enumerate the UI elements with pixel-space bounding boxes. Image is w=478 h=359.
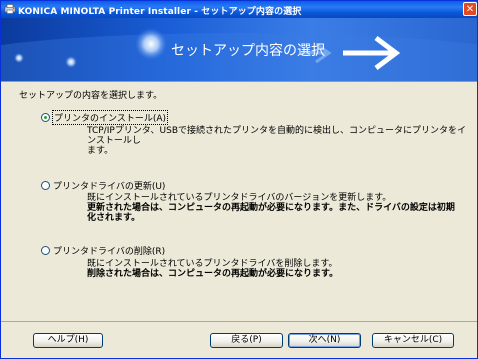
installer-window: KONICA MINOLTA Printer Installer - セットアッ… — [0, 0, 478, 359]
description-line-bold: 化されます。 — [87, 213, 141, 223]
footer-divider — [1, 321, 477, 322]
title-bar[interactable]: KONICA MINOLTA Printer Installer - セットアッ… — [1, 1, 477, 18]
radio-update-driver[interactable]: プリンタドライバの更新(U) — [41, 179, 165, 192]
radio-button[interactable] — [41, 181, 50, 190]
close-icon: ✕ — [465, 4, 475, 15]
description-line: 既にインストールされているプリンタドライバを削除します。 — [87, 259, 338, 269]
instruction-text: セットアップの内容を選択します。 — [19, 91, 163, 101]
radio-label[interactable]: プリンタドライバの更新(U) — [53, 179, 165, 192]
radio-label[interactable]: プリンタドライバの削除(R) — [53, 244, 165, 257]
back-button[interactable]: 戻る(P) — [210, 333, 283, 348]
banner-divider — [1, 81, 477, 82]
description-line-bold: 削除された場合は、コンピュータの再起動が必要になります。 — [87, 269, 339, 279]
cancel-button[interactable]: キャンセル(C) — [372, 333, 454, 348]
radio-button[interactable] — [41, 246, 50, 255]
window-title: KONICA MINOLTA Printer Installer - セットアッ… — [18, 7, 302, 17]
option-description: TCP/IPプリンタ、USBで接続されたプリンタを自動的に検出し、コンピュータに… — [87, 126, 467, 156]
option-description: 既にインストールされているプリンタドライバを削除します。 削除された場合は、コン… — [87, 259, 467, 279]
radio-label[interactable]: プリンタのインストール(A) — [52, 110, 168, 125]
close-button[interactable]: ✕ — [463, 2, 477, 16]
radio-remove-driver[interactable]: プリンタドライバの削除(R) — [41, 244, 165, 257]
printer-app-icon — [4, 4, 16, 14]
banner-title: セットアップ内容の選択 — [171, 43, 325, 59]
header-banner: セットアップ内容の選択 — [1, 18, 477, 81]
option-description: 既にインストールされているプリンタドライバのバージョンを更新します。 更新された… — [87, 193, 467, 223]
next-button[interactable]: 次へ(N) — [288, 333, 361, 348]
radio-install-printer[interactable]: プリンタのインストール(A) — [41, 110, 168, 125]
description-line: TCP/IPプリンタ、USBで接続されたプリンタを自動的に検出し、コンピュータに… — [87, 126, 467, 146]
help-button[interactable]: ヘルプ(H) — [33, 333, 103, 348]
radio-button[interactable] — [41, 113, 50, 122]
description-line: ます。 — [87, 146, 114, 156]
description-line: 既にインストールされているプリンタドライバのバージョンを更新します。 — [87, 193, 392, 203]
description-line-bold: 更新された場合は、コンピュータの再起動が必要になります。また、ドライバの設定は初… — [87, 203, 455, 213]
